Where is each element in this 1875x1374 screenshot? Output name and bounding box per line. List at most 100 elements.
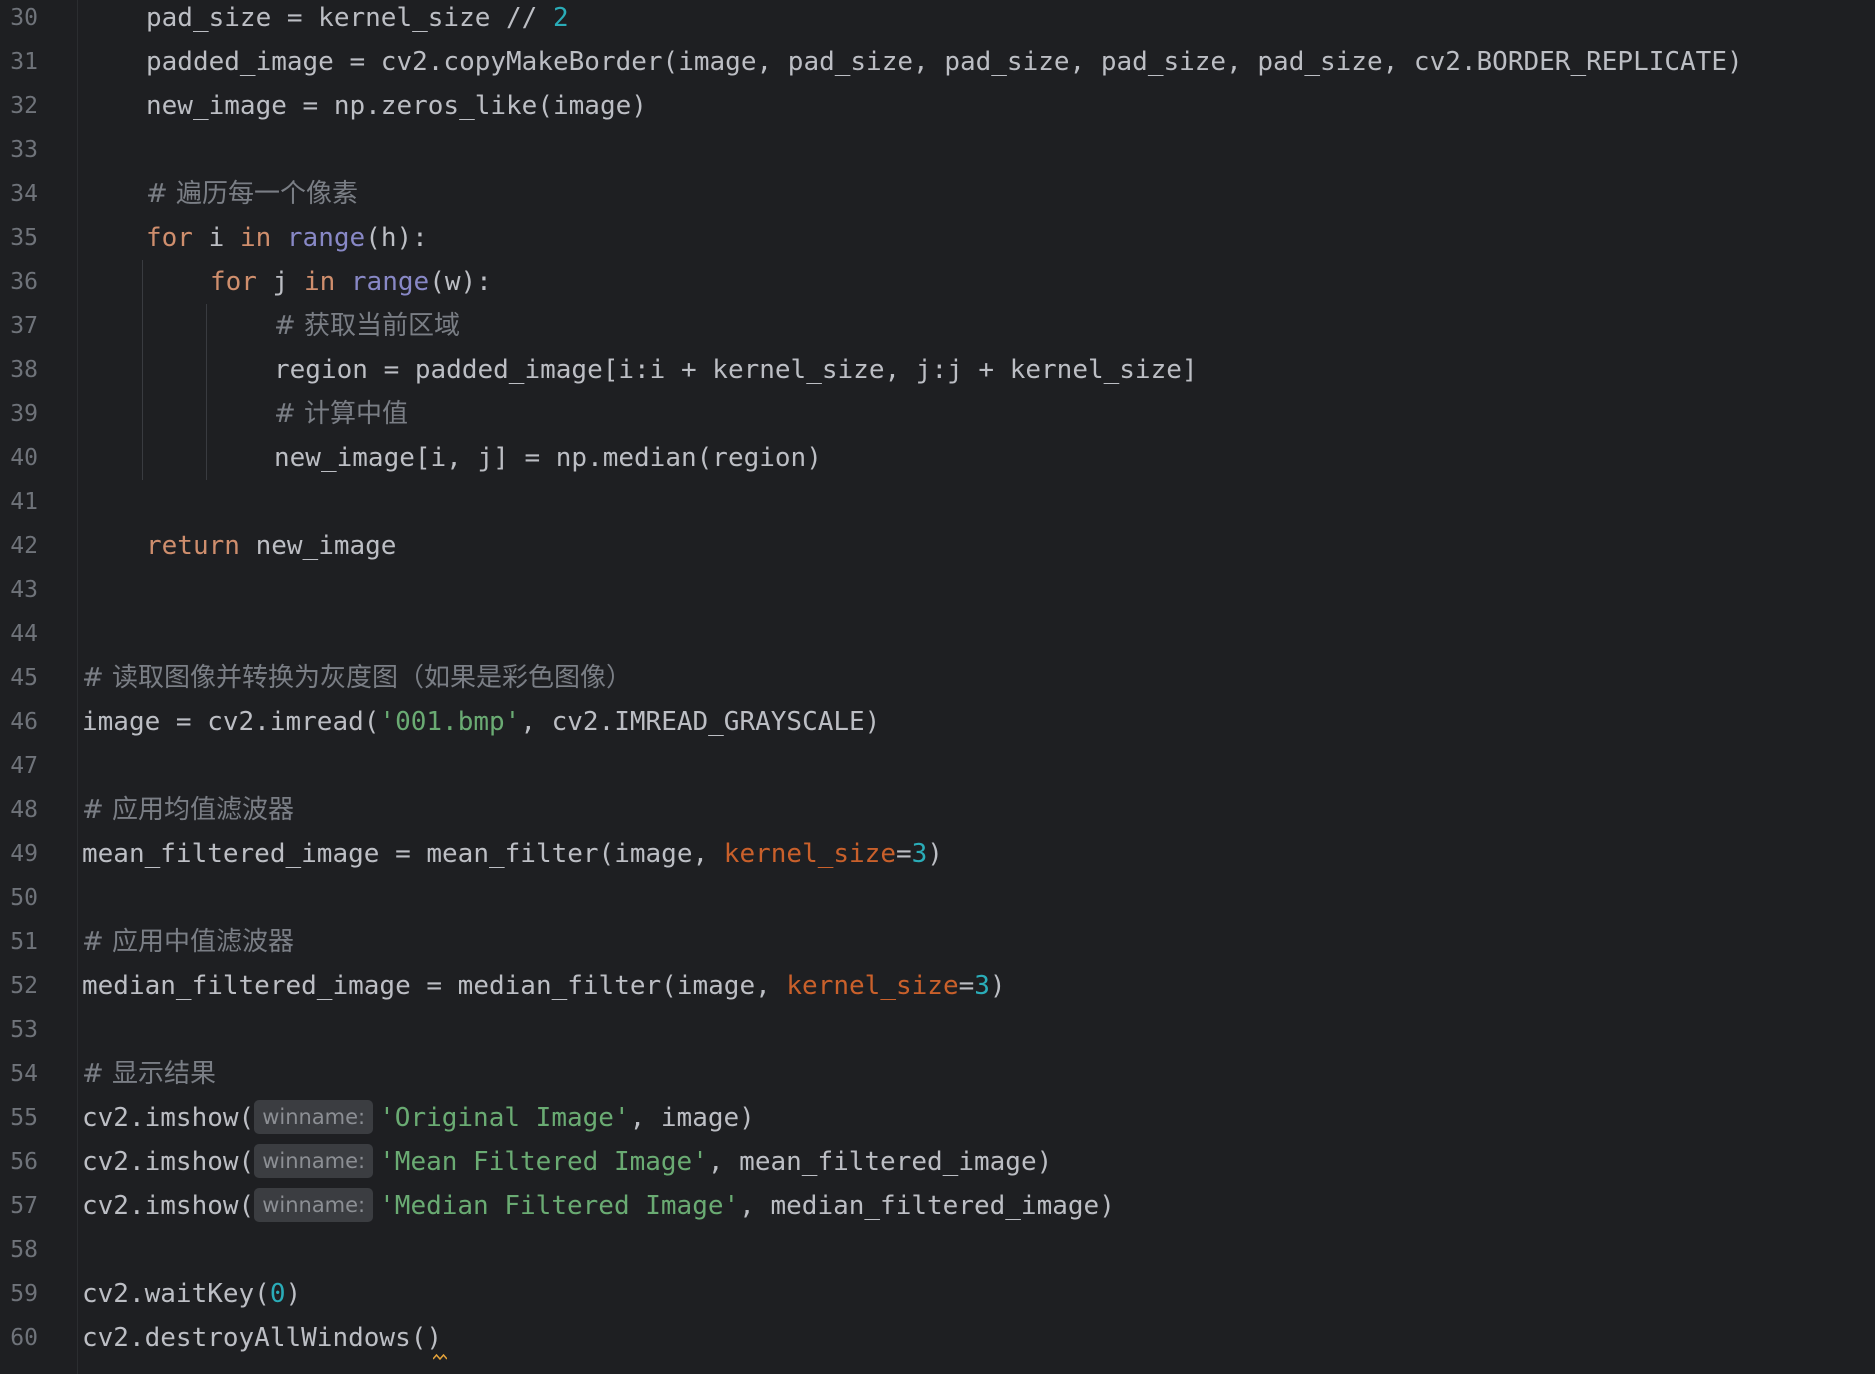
code-token: 3 — [974, 971, 990, 1001]
code-token: new_image — [239, 531, 397, 561]
line-code: cv2.imshow(winname: 'Median Filtered Imag… — [82, 1184, 1115, 1228]
code-line[interactable]: 52 median_filtered_image = median_filter(… — [0, 964, 1875, 1008]
line-number: 58 — [10, 1237, 38, 1263]
code-token: 3 — [911, 839, 928, 869]
code-token: = — [895, 839, 912, 869]
code-token: = — [958, 971, 975, 1001]
parameter-hint: winname: — [254, 1188, 374, 1222]
code-line[interactable]: 35 for i in range(h): — [0, 216, 1875, 260]
code-token: (h): — [365, 223, 428, 253]
code-line[interactable]: 58 — [0, 1228, 1875, 1272]
code-token: 0 — [269, 1279, 286, 1309]
code-token: region = padded_image[i:i + kernel_size,… — [274, 355, 1198, 385]
line-code: # 计算中值 — [274, 392, 408, 436]
code-token: mean_filtered_image = mean_filter(image, — [82, 839, 724, 869]
line-number: 50 — [10, 885, 38, 911]
code-line[interactable]: 59 cv2.waitKey(0) — [0, 1272, 1875, 1316]
code-line[interactable]: 55 cv2.imshow(winname: 'Original Image', i… — [0, 1096, 1875, 1140]
line-code: # 遍历每一个像素 — [146, 172, 358, 216]
warning-squiggle-icon — [433, 1354, 447, 1360]
code-token: in — [303, 267, 336, 297]
code-token: j — [256, 267, 304, 297]
line-number: 52 — [10, 973, 38, 999]
line-code: new_image = np.zeros_like(image) — [146, 84, 647, 128]
code-token: new_image[i, j] = np.median(region) — [274, 443, 822, 473]
code-token: '001.bmp' — [379, 707, 521, 737]
code-token: cv2.waitKey( — [82, 1279, 270, 1309]
code-line[interactable]: 39 # 计算中值 — [0, 392, 1875, 436]
code-token: cv2.imshow( — [82, 1103, 255, 1133]
line-number: 54 — [10, 1061, 38, 1087]
code-line[interactable]: 34 # 遍历每一个像素 — [0, 172, 1875, 216]
line-number: 42 — [10, 533, 38, 559]
code-line[interactable]: 36 for j in range(w): — [0, 260, 1875, 304]
code-token: , median_filtered_image) — [739, 1191, 1115, 1221]
code-line[interactable]: 37 # 获取当前区域 — [0, 304, 1875, 348]
code-line[interactable]: 42 return new_image — [0, 524, 1875, 568]
line-number: 37 — [10, 313, 38, 339]
code-line[interactable]: 46 image = cv2.imread('001.bmp', cv2.IMRE… — [0, 700, 1875, 744]
line-number: 41 — [10, 489, 38, 515]
code-token: 'Median Filtered Image' — [379, 1191, 740, 1221]
code-comment: # 显示结果 — [82, 1059, 217, 1089]
code-line[interactable]: 43 — [0, 568, 1875, 612]
code-token: i — [192, 223, 240, 253]
parameter-hint: winname: — [254, 1144, 374, 1178]
code-line[interactable]: 54 # 显示结果 — [0, 1052, 1875, 1096]
line-number: 43 — [10, 577, 38, 603]
code-line[interactable]: 56 cv2.imshow(winname: 'Mean Filtered Imag… — [0, 1140, 1875, 1184]
code-token: ) — [927, 839, 943, 869]
code-line[interactable]: 30 pad_size = kernel_size // 2 — [0, 0, 1875, 40]
code-line[interactable]: 53 — [0, 1008, 1875, 1052]
code-line[interactable]: 40 new_image[i, j] = np.median(region) — [0, 436, 1875, 480]
code-line[interactable]: 32 new_image = np.zeros_like(image) — [0, 84, 1875, 128]
code-line[interactable]: 33 — [0, 128, 1875, 172]
line-number: 30 — [10, 5, 38, 31]
code-line[interactable]: 31 padded_image = cv2.copyMakeBorder(imag… — [0, 40, 1875, 84]
line-number: 51 — [10, 929, 38, 955]
code-token: 'Original Image' — [379, 1103, 630, 1133]
line-code: padded_image = cv2.copyMakeBorder(image,… — [146, 40, 1743, 84]
line-number: 48 — [10, 797, 38, 823]
code-line[interactable]: 60 cv2.destroyAllWindows() — [0, 1316, 1875, 1360]
code-line[interactable]: 51 # 应用中值滤波器 — [0, 920, 1875, 964]
code-line[interactable]: 47 — [0, 744, 1875, 788]
line-code: # 应用均值滤波器 — [82, 788, 294, 832]
line-number: 55 — [10, 1105, 38, 1131]
code-comment: # 应用均值滤波器 — [82, 795, 295, 825]
code-editor[interactable]: 30 pad_size = kernel_size // 2 31 padded_im… — [0, 0, 1875, 1374]
code-token: , image) — [629, 1103, 755, 1133]
line-code: return new_image — [146, 524, 396, 568]
code-token: cv2.destroyAllWindows() — [82, 1323, 443, 1353]
line-number: 56 — [10, 1149, 38, 1175]
code-line[interactable]: 45 # 读取图像并转换为灰度图（如果是彩色图像） — [0, 656, 1875, 700]
code-token: kernel_size — [723, 839, 896, 869]
code-token: median_filtered_image = median_filter(im… — [82, 971, 787, 1001]
code-comment: # 应用中值滤波器 — [82, 927, 295, 957]
line-number: 46 — [10, 709, 38, 735]
code-line[interactable]: 57 cv2.imshow(winname: 'Median Filtered Im… — [0, 1184, 1875, 1228]
code-token: range — [350, 267, 430, 297]
line-code: image = cv2.imread('001.bmp', cv2.IMREAD… — [82, 700, 880, 744]
line-code: pad_size = kernel_size // 2 — [146, 0, 569, 40]
line-code: cv2.waitKey(0) — [82, 1272, 301, 1316]
code-line[interactable]: 50 — [0, 876, 1875, 920]
code-line[interactable]: 38 region = padded_image[i:i + kernel_siz… — [0, 348, 1875, 392]
line-number: 57 — [10, 1193, 38, 1219]
line-code: for i in range(h): — [146, 216, 428, 260]
code-token: ) — [989, 971, 1006, 1001]
line-number: 60 — [10, 1325, 38, 1351]
line-code: median_filtered_image = median_filter(im… — [82, 964, 1006, 1008]
line-number: 59 — [10, 1281, 38, 1307]
code-line[interactable]: 41 — [0, 480, 1875, 524]
code-line[interactable]: 49 mean_filtered_image = mean_filter(imag… — [0, 832, 1875, 876]
line-code: cv2.imshow(winname: 'Original Image', ima… — [82, 1096, 755, 1140]
line-number: 38 — [10, 357, 38, 383]
line-code: # 显示结果 — [82, 1052, 216, 1096]
code-token: pad_size = kernel_size // — [146, 3, 553, 33]
code-line[interactable]: 48 # 应用均值滤波器 — [0, 788, 1875, 832]
line-number: 40 — [10, 445, 38, 471]
code-line[interactable]: 44 — [0, 612, 1875, 656]
